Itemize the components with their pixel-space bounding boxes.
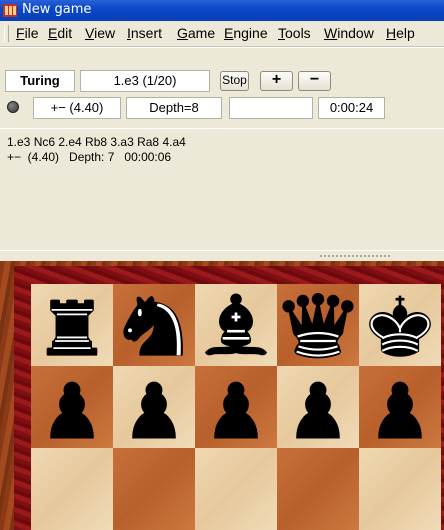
menu-bar: File Edit View Insert Game Engine Tools … (0, 21, 444, 47)
engine-name[interactable]: Turing (5, 70, 75, 92)
square-b8[interactable] (113, 284, 195, 366)
menu-game[interactable]: Game (177, 25, 215, 41)
add-line-button[interactable]: + (260, 71, 293, 91)
black-bishop-icon[interactable] (196, 285, 276, 365)
title-bar: New game (0, 0, 444, 21)
splitter-grip[interactable] (320, 255, 390, 257)
time-field: 0:00:24 (318, 97, 385, 119)
stop-button[interactable]: Stop (220, 71, 249, 91)
square-d6[interactable] (277, 448, 359, 530)
square-c8[interactable] (195, 284, 277, 366)
info-field (229, 97, 313, 119)
black-king-icon[interactable] (360, 285, 440, 365)
square-e8[interactable] (359, 284, 441, 366)
engine-panel: Turing 1.e3 (1/20) Stop + − +− (4.40) De… (0, 47, 444, 259)
chess-board (31, 284, 444, 530)
window-title: New game (22, 2, 92, 17)
menu-edit[interactable]: Edit (48, 25, 72, 41)
square-e7[interactable] (359, 366, 441, 448)
analysis-info: +− (4.40) Depth: 7 00:00:06 (7, 150, 172, 164)
menu-window[interactable]: Window (324, 25, 374, 41)
black-queen-icon[interactable] (278, 285, 358, 365)
menu-grip (4, 25, 9, 42)
current-move-field: 1.e3 (1/20) (80, 70, 210, 92)
analysis-line: 1.e3 Nc6 2.e4 Rb8 3.a3 Ra8 4.a4 (7, 135, 186, 149)
remove-line-button[interactable]: − (298, 71, 331, 91)
depth-field: Depth=8 (126, 97, 222, 119)
menu-tools[interactable]: Tools (278, 25, 311, 41)
menu-file[interactable]: File (16, 25, 39, 41)
menu-insert[interactable]: Insert (127, 25, 162, 41)
eval-field: +− (4.40) (33, 97, 121, 119)
black-pawn-icon[interactable] (196, 367, 276, 447)
app-icon (3, 4, 17, 17)
square-a6[interactable] (31, 448, 113, 530)
square-a8[interactable] (31, 284, 113, 366)
square-d8[interactable] (277, 284, 359, 366)
square-a7[interactable] (31, 366, 113, 448)
menu-view[interactable]: View (85, 25, 115, 41)
analysis-area: 1.e3 Nc6 2.e4 Rb8 3.a3 Ra8 4.a4 +− (4.40… (0, 128, 444, 245)
black-pawn-icon[interactable] (278, 367, 358, 447)
menu-engine[interactable]: Engine (224, 25, 268, 41)
square-d7[interactable] (277, 366, 359, 448)
square-c6[interactable] (195, 448, 277, 530)
black-pawn-icon[interactable] (32, 367, 112, 447)
black-pawn-icon[interactable] (114, 367, 194, 447)
black-knight-icon[interactable] (114, 285, 194, 365)
square-c7[interactable] (195, 366, 277, 448)
square-b7[interactable] (113, 366, 195, 448)
square-b6[interactable] (113, 448, 195, 530)
engine-status-led (7, 101, 19, 113)
black-rook-icon[interactable] (32, 285, 112, 365)
black-pawn-icon[interactable] (360, 367, 440, 447)
menu-help[interactable]: Help (386, 25, 415, 41)
square-e6[interactable] (359, 448, 441, 530)
